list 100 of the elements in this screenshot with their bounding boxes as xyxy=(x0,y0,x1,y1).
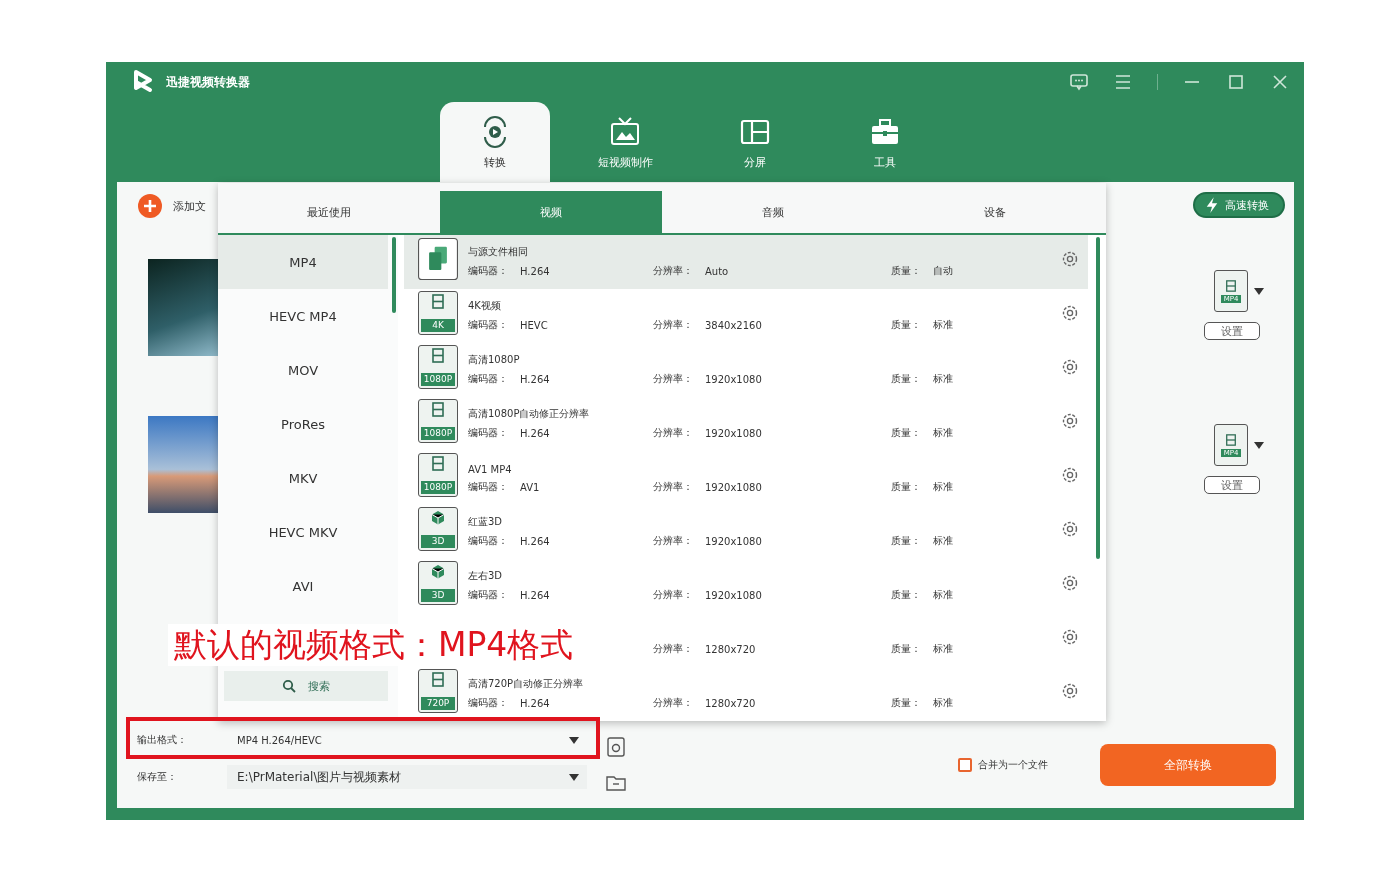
nav-tab[interactable]: 工具 xyxy=(830,102,940,182)
resolution-value: 1920x1080 xyxy=(705,427,763,439)
scrollbar[interactable] xyxy=(1096,237,1100,559)
codec-value: AV1 xyxy=(520,481,541,493)
codec-label: 编码器： xyxy=(468,588,509,602)
codec-label: 编码器： xyxy=(468,318,509,332)
preset-row[interactable]: 3D 左右3D 编码器： H.264 分辨率： 1920x1080 质量： 标准 xyxy=(404,559,1088,613)
category-tab[interactable]: 视频 xyxy=(440,191,662,233)
resolution-value: 1280x720 xyxy=(705,697,757,709)
format-item[interactable]: HEVC MP4 xyxy=(218,289,388,343)
resolution-value: 3840x2160 xyxy=(705,319,763,331)
format-item[interactable]: AVI xyxy=(218,559,388,613)
settings-button[interactable]: 设置 xyxy=(1204,476,1260,494)
preset-row[interactable]: 4K 4K视频 编码器： HEVC 分辨率： 3840x2160 质量： 标准 xyxy=(404,289,1088,343)
gear-icon[interactable] xyxy=(1061,250,1079,268)
quality-value: 标准 xyxy=(933,426,954,440)
add-file-button[interactable]: 添加文 xyxy=(137,193,218,219)
film-icon xyxy=(1225,433,1237,446)
resolution-value: 1920x1080 xyxy=(705,481,763,493)
film-icon xyxy=(430,672,446,688)
menu-icon[interactable] xyxy=(1113,72,1133,92)
film-icon xyxy=(430,456,446,472)
format-label: 720P xyxy=(421,697,455,710)
gear-icon[interactable] xyxy=(1061,628,1079,646)
film-icon xyxy=(430,348,446,364)
document-icon[interactable] xyxy=(605,736,627,758)
preset-title: 与源文件相同 xyxy=(468,245,529,259)
codec-label: 编码器： xyxy=(468,480,509,494)
codec-value: H.264 xyxy=(520,373,551,385)
resolution-label: 分辨率： xyxy=(653,480,694,494)
search-button[interactable]: 搜索 xyxy=(224,671,388,701)
codec-value: H.264 xyxy=(520,697,551,709)
format-item[interactable]: MP4 xyxy=(218,235,388,289)
resolution-value: 1280x720 xyxy=(705,643,757,655)
quality-value: 自动 xyxy=(933,264,954,278)
codec-label: 编码器： xyxy=(468,372,509,386)
merge-checkbox[interactable]: 合并为一个文件 xyxy=(952,757,1054,773)
format-label: 3D xyxy=(421,589,455,602)
quality-label: 质量： xyxy=(891,264,922,278)
codec-label: 编码器： xyxy=(468,534,509,548)
format-item[interactable]: HEVC MKV xyxy=(218,505,388,559)
format-item[interactable]: MKV xyxy=(218,451,388,505)
quality-value: 标准 xyxy=(933,642,954,656)
preset-row[interactable]: 720P 高清720P自动修正分辨率 编码器： H.264 分辨率： 1280x720 质量： 标准 xyxy=(404,667,1088,721)
resolution-value: 1920x1080 xyxy=(705,373,763,385)
quality-label: 质量： xyxy=(891,588,922,602)
gear-icon[interactable] xyxy=(1061,574,1079,592)
category-tab[interactable]: 设备 xyxy=(884,191,1106,233)
fast-convert-button[interactable]: 高速转换 xyxy=(1193,192,1285,218)
nav-tab[interactable]: 短视频制作 xyxy=(570,102,680,182)
codec-label: 编码器： xyxy=(468,426,509,440)
film-icon xyxy=(1225,279,1237,292)
gear-icon[interactable] xyxy=(1061,466,1079,484)
settings-button[interactable]: 设置 xyxy=(1204,322,1260,340)
gear-icon[interactable] xyxy=(1061,304,1079,322)
preset-title: 高清1080P xyxy=(468,353,521,367)
caret-icon[interactable] xyxy=(1254,287,1264,295)
codec-value: H.264 xyxy=(520,535,551,547)
cube-icon xyxy=(430,564,446,580)
quality-value: 标准 xyxy=(933,588,954,602)
format-label: 1080P xyxy=(421,373,455,386)
format-item[interactable]: ProRes xyxy=(218,397,388,451)
codec-label: 编码器： xyxy=(468,696,509,710)
field-label: 保存至： xyxy=(137,770,178,784)
caret-icon[interactable] xyxy=(1254,441,1264,449)
nav-tab[interactable]: 转换 xyxy=(440,102,550,182)
preset-row[interactable]: 与源文件相同 编码器： H.264 分辨率： Auto 质量： 自动 xyxy=(404,235,1088,289)
codec-value: H.264 xyxy=(520,427,551,439)
quality-label: 质量： xyxy=(891,318,922,332)
preset-row[interactable]: 1080P AV1 MP4 编码器： AV1 分辨率： 1920x1080 质量： 标准 xyxy=(404,451,1088,505)
preset-row[interactable]: 1080P 高清1080P 编码器： H.264 分辨率： 1920x1080 质量： 标准 xyxy=(404,343,1088,397)
format-label: 1080P xyxy=(421,427,455,440)
nav-tab[interactable]: 分屏 xyxy=(700,102,810,182)
preset-row[interactable]: 1080P 高清1080P自动修正分辨率 编码器： H.264 分辨率： 1920x1080 质量： 标准 xyxy=(404,397,1088,451)
save-path-dropdown[interactable]: E:\PrMaterial\图片与视频素材 xyxy=(227,765,587,789)
preset-title: 高清720P自动修正分辨率 xyxy=(468,677,585,691)
cube-icon xyxy=(430,510,446,526)
resolution-label: 分辨率： xyxy=(653,696,694,710)
quality-label: 质量： xyxy=(891,696,922,710)
resolution-label: 分辨率： xyxy=(653,426,694,440)
preset-row[interactable]: 分辨率： 1280x720 质量： 标准 xyxy=(653,613,1085,667)
maximize-icon[interactable] xyxy=(1226,72,1246,92)
resolution-value: Auto xyxy=(705,265,730,277)
preset-title: 红蓝3D xyxy=(468,515,504,529)
resolution-label: 分辨率： xyxy=(653,264,694,278)
preset-row[interactable]: 3D 红蓝3D 编码器： H.264 分辨率： 1920x1080 质量： 标准 xyxy=(404,505,1088,559)
window-title: 迅捷视频转换器 xyxy=(166,73,251,91)
format-item[interactable]: MOV xyxy=(218,343,388,397)
gear-icon[interactable] xyxy=(1061,682,1079,700)
gear-icon[interactable] xyxy=(1061,520,1079,538)
resolution-value: 1920x1080 xyxy=(705,589,763,601)
gear-icon[interactable] xyxy=(1061,358,1079,376)
chat-icon[interactable] xyxy=(1069,72,1089,92)
resolution-label: 分辨率： xyxy=(653,588,694,602)
caret-icon xyxy=(569,773,579,781)
category-tab[interactable]: 音频 xyxy=(662,191,884,233)
scrollbar[interactable] xyxy=(392,237,396,313)
gear-icon[interactable] xyxy=(1061,412,1079,430)
codec-label: 编码器： xyxy=(468,264,509,278)
category-tab[interactable]: 最近使用 xyxy=(218,191,440,233)
